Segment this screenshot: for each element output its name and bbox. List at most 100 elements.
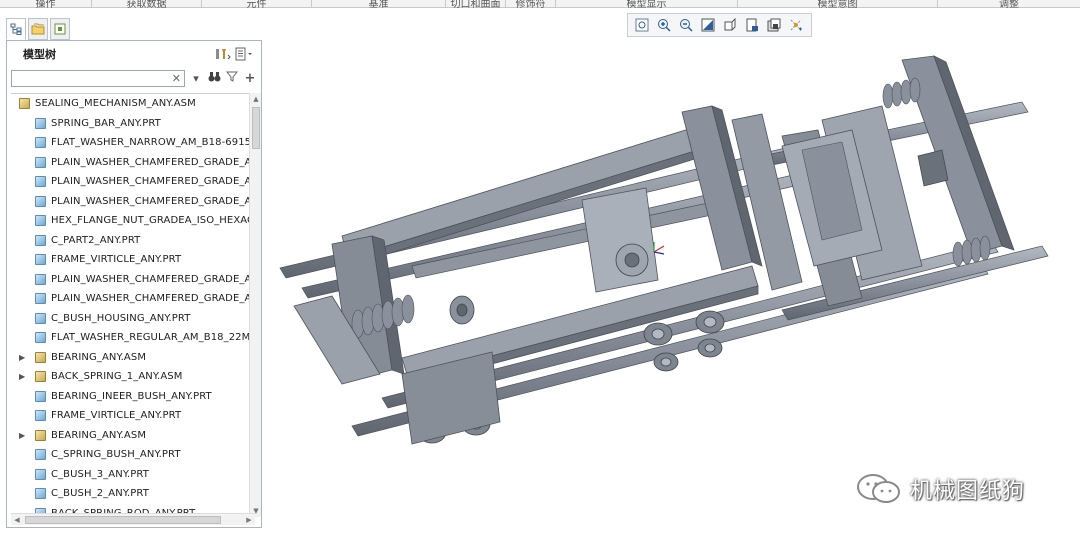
tree-node[interactable]: FLAT_WASHER_NARROW_AM_B18-69150.P [11, 133, 259, 153]
tree-node[interactable]: FRAME_VIRTICLE_ANY.PRT [11, 250, 259, 270]
tree-node[interactable]: FLAT_WASHER_REGULAR_AM_B18_22M_.PI [11, 328, 259, 348]
display-style-icon[interactable] [719, 15, 740, 35]
repaint-icon[interactable] [697, 15, 718, 35]
saved-views-icon[interactable] [741, 15, 762, 35]
sealing-mechanism-model[interactable] [262, 40, 1080, 538]
tree-vertical-scrollbar[interactable]: ▲ ▼ [249, 93, 261, 517]
assembly-icon [35, 429, 46, 441]
tree-node[interactable]: C_SPRING_BUSH_ANY.PRT [11, 445, 259, 465]
tree-node-label: PLAIN_WASHER_CHAMFERED_GRADE_A_.P [51, 293, 259, 305]
part-icon [35, 254, 46, 266]
ribbon-group-label: 模型显示 [626, 0, 667, 8]
tree-node[interactable]: FRAME_VIRTICLE_ANY.PRT [11, 406, 259, 426]
ribbon-group[interactable]: 模型意图 [738, 0, 938, 8]
part-icon [35, 390, 46, 402]
tree-node-label: FRAME_VIRTICLE_ANY.PRT [51, 254, 182, 266]
datum-display-icon[interactable] [785, 15, 806, 35]
model-tree[interactable]: SEALING_MECHANISM_ANY.ASM SPRING_BAR_ANY.… [11, 93, 259, 517]
part-icon [35, 234, 46, 246]
refit-icon[interactable] [631, 15, 652, 35]
ribbon-group[interactable]: 基准 [312, 0, 446, 8]
ribbon-group[interactable]: 获取数据 [92, 0, 202, 8]
ribbon-group-label: 操作 [35, 0, 56, 8]
tree-node-label: PLAIN_WASHER_CHAMFERED_GRADE_A_.P [51, 156, 259, 168]
tab-folder-browser[interactable] [28, 18, 48, 40]
part-icon [35, 332, 46, 344]
ribbon-group[interactable]: 修饰符 [506, 0, 556, 8]
scroll-left-icon[interactable]: ◀ [11, 514, 23, 526]
ribbon-group[interactable]: 元件 [202, 0, 312, 8]
part-icon [35, 273, 46, 285]
tree-node[interactable]: PLAIN_WASHER_CHAMFERED_GRADE_A_.P [11, 192, 259, 212]
panel-header: 模型树 [7, 41, 261, 67]
view-manager-icon[interactable] [763, 15, 784, 35]
binoculars-icon[interactable] [207, 71, 221, 85]
expand-arrow-icon[interactable]: ▶ [19, 353, 27, 362]
watermark-text: 机械图纸狗 [910, 479, 1026, 504]
tree-node-label: FLAT_WASHER_REGULAR_AM_B18_22M_.PI [51, 332, 259, 344]
ribbon-group-label: 调整 [999, 0, 1019, 8]
tree-node[interactable]: C_PART2_ANY.PRT [11, 231, 259, 251]
folder-icon [31, 23, 45, 35]
tree-node-label: FLAT_WASHER_NARROW_AM_B18-69150.P [51, 137, 259, 149]
panel-title: 模型树 [23, 48, 56, 61]
expand-arrow-icon[interactable]: ▶ [19, 431, 27, 440]
ribbon-group-label: 切口和曲面 [450, 0, 501, 8]
tree-node[interactable]: SEALING_MECHANISM_ANY.ASM [11, 94, 259, 114]
tree-node[interactable]: ▶ BEARING_ANY.ASM [11, 426, 259, 446]
tree-node-label: C_BUSH_3_ANY.PRT [51, 468, 149, 480]
tree-node[interactable]: ▶ BEARING_ANY.ASM [11, 348, 259, 368]
tree-node[interactable]: PLAIN_WASHER_CHAMFERED_GRADE_A_.P [11, 153, 259, 173]
add-icon[interactable]: + [243, 71, 257, 86]
expand-arrow-icon[interactable]: ▶ [19, 372, 27, 381]
tree-node[interactable]: HEX_FLANGE_NUT_GRADEA_ISO_HEXAG.PI [11, 211, 259, 231]
ribbon-group[interactable]: 模型显示 [556, 0, 738, 8]
tab-model-tree[interactable] [6, 18, 26, 40]
tree-node[interactable]: SPRING_BAR_ANY.PRT [11, 114, 259, 134]
scroll-right-icon[interactable]: ▶ [243, 514, 255, 526]
tree-node-label: BEARING_INEER_BUSH_ANY.PRT [51, 390, 212, 402]
tree-node-label: SEALING_MECHANISM_ANY.ASM [35, 98, 196, 110]
ribbon-group-label: 修饰符 [515, 0, 546, 8]
part-icon [35, 195, 46, 207]
tree-node[interactable]: PLAIN_WASHER_CHAMFERED_GRADE_A_.P [11, 289, 259, 309]
tree-node[interactable]: C_BUSH_HOUSING_ANY.PRT [11, 309, 259, 329]
tree-node[interactable]: ▶ BACK_SPRING_1_ANY.ASM [11, 367, 259, 387]
tree-horizontal-scrollbar[interactable]: ◀ ▶ [11, 513, 255, 525]
part-icon [35, 176, 46, 188]
ribbon-group[interactable]: 操作 [0, 0, 92, 8]
ribbon-group[interactable]: 调整 [938, 0, 1080, 8]
navigator-tabs [6, 18, 70, 42]
coordinate-system-marker [653, 242, 665, 255]
watermark: 机械图纸狗 [856, 472, 1025, 506]
scroll-up-icon[interactable]: ▲ [250, 93, 262, 105]
tree-node[interactable]: PLAIN_WASHER_CHAMFERED_GRADE_A_.P [11, 270, 259, 290]
tab-favorites[interactable] [50, 18, 70, 40]
tree-node-label: HEX_FLANGE_NUT_GRADEA_ISO_HEXAG.PI [51, 215, 259, 227]
graphics-viewport[interactable] [262, 40, 1080, 538]
search-input[interactable]: ✕ [11, 69, 185, 87]
zoom-out-icon[interactable] [675, 15, 696, 35]
tree-node-label: BACK_SPRING_1_ANY.ASM [51, 371, 183, 383]
show-menu-icon[interactable] [233, 45, 255, 63]
tree-node[interactable]: BEARING_INEER_BUSH_ANY.PRT [11, 387, 259, 407]
ribbon-group-label: 元件 [246, 0, 267, 8]
filter-icon[interactable] [225, 71, 239, 85]
ribbon-group[interactable]: 切口和曲面 [446, 0, 506, 8]
scroll-thumb[interactable] [252, 107, 260, 149]
tree-node-label: PLAIN_WASHER_CHAMFERED_GRADE_A_.P [51, 176, 259, 188]
tree-node-label: C_BUSH_2_ANY.PRT [51, 488, 149, 500]
clear-icon[interactable]: ✕ [172, 71, 181, 86]
zoom-in-icon[interactable] [653, 15, 674, 35]
model-tree-icon [10, 23, 22, 35]
tree-node[interactable]: C_BUSH_2_ANY.PRT [11, 484, 259, 504]
tree-node[interactable]: PLAIN_WASHER_CHAMFERED_GRADE_A_.P [11, 172, 259, 192]
settings-tools-icon[interactable] [211, 45, 233, 63]
part-icon [35, 449, 46, 461]
scroll-thumb-horizontal[interactable] [25, 516, 221, 524]
tree-node-label: SPRING_BAR_ANY.PRT [51, 117, 161, 129]
part-icon [35, 215, 46, 227]
tree-node-label: C_PART2_ANY.PRT [51, 234, 141, 246]
tree-node[interactable]: C_BUSH_3_ANY.PRT [11, 465, 259, 485]
chevron-down-icon[interactable]: ▾ [189, 72, 203, 85]
